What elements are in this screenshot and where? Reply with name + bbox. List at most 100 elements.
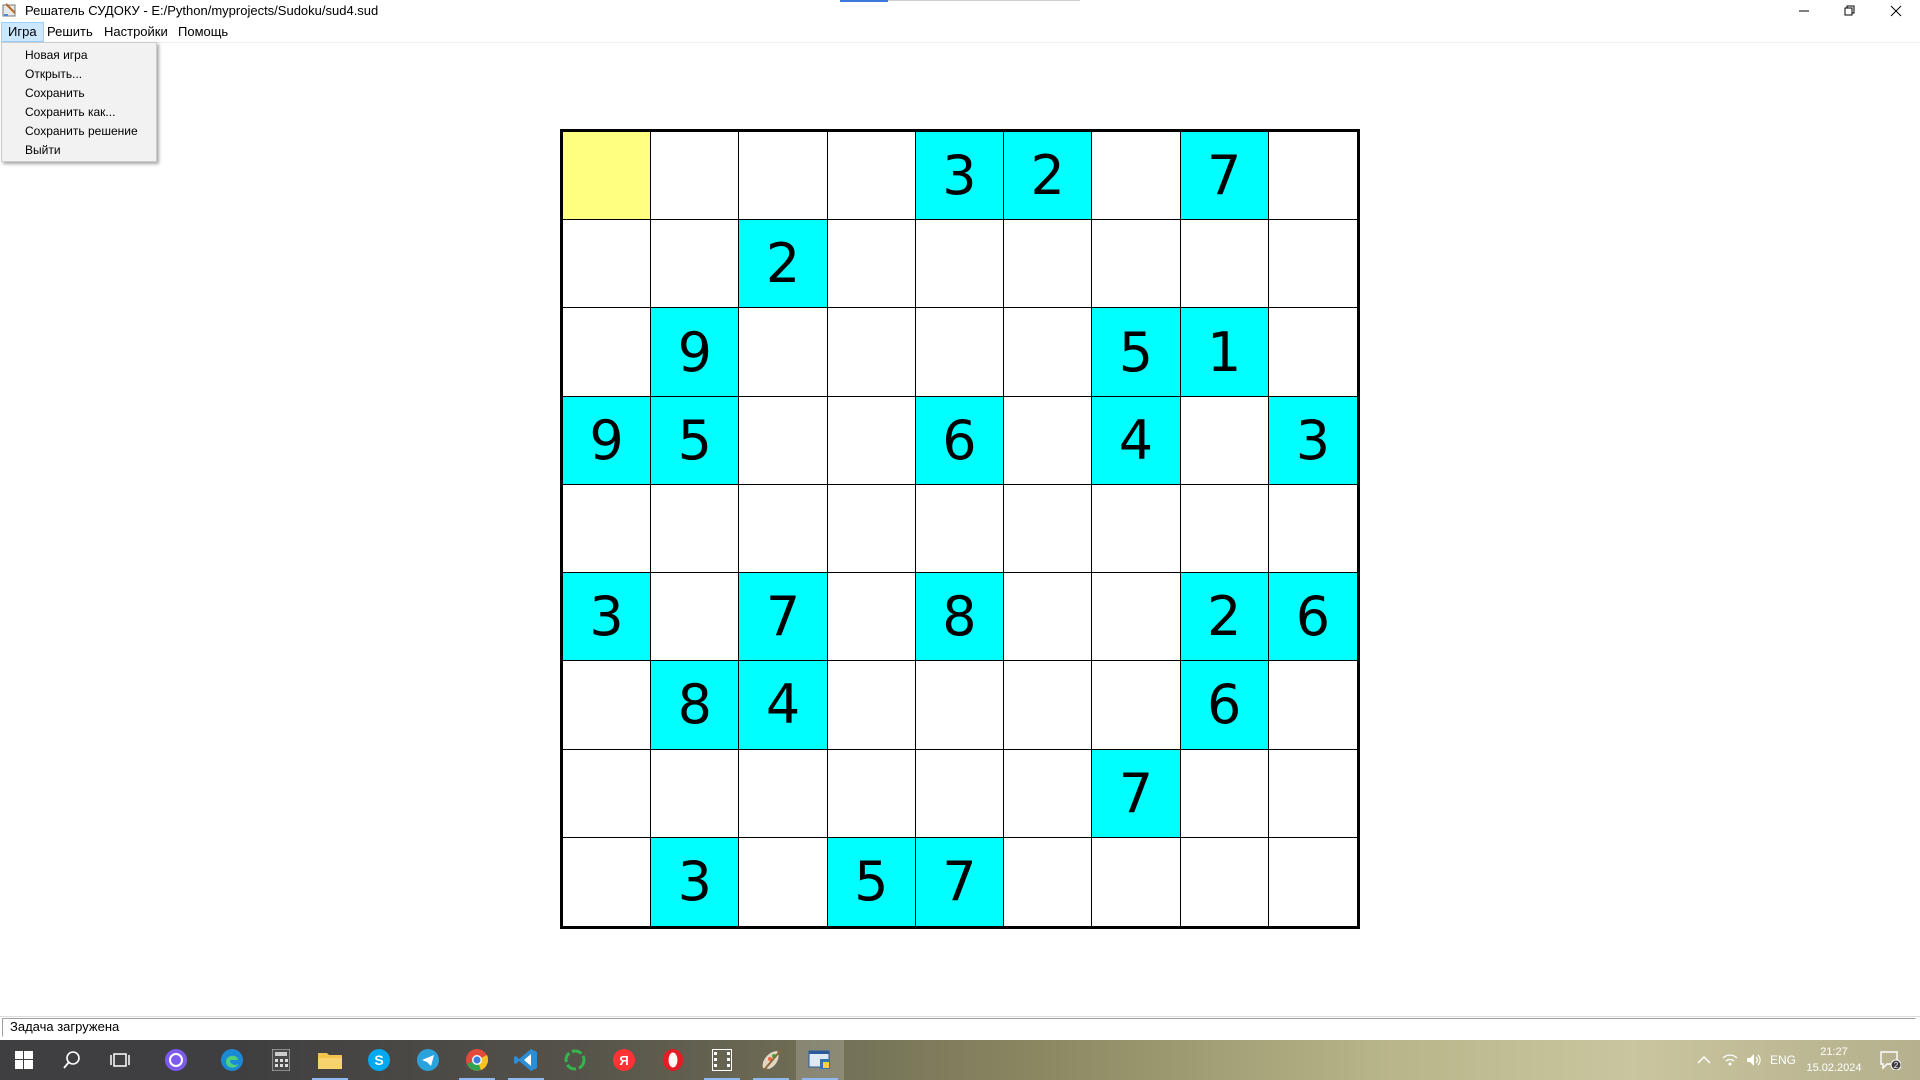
opera-button[interactable] xyxy=(649,1040,697,1080)
skype-button[interactable]: S xyxy=(355,1040,403,1080)
restore-button[interactable] xyxy=(1827,0,1873,21)
sudoku-cell[interactable] xyxy=(827,220,916,309)
task-view-button[interactable] xyxy=(96,1040,144,1080)
sudoku-cell[interactable]: 8 xyxy=(651,661,740,750)
language-indicator[interactable]: ENG xyxy=(1770,1053,1796,1067)
alice-button[interactable] xyxy=(152,1040,200,1080)
sudoku-cell[interactable]: 1 xyxy=(1180,308,1269,397)
sudoku-cell[interactable] xyxy=(915,749,1005,838)
sudoku-cell[interactable]: 9 xyxy=(651,308,740,397)
sudoku-cell[interactable]: 5 xyxy=(827,837,916,926)
sudoku-cell[interactable]: 5 xyxy=(1092,308,1181,397)
sudoku-cell[interactable]: 6 xyxy=(1180,661,1269,750)
sudoku-cell[interactable] xyxy=(827,661,916,750)
search-button[interactable] xyxy=(48,1040,96,1080)
sudoku-cell[interactable] xyxy=(827,396,916,485)
sudoku-cell[interactable] xyxy=(1268,132,1357,221)
sudoku-cell[interactable] xyxy=(827,308,916,397)
sudoku-cell[interactable]: 3 xyxy=(563,573,652,662)
sudoku-cell[interactable] xyxy=(1092,837,1181,926)
sudoku-cell[interactable] xyxy=(1268,661,1357,750)
sudoku-cell[interactable]: 2 xyxy=(739,220,828,309)
paint-button[interactable] xyxy=(747,1040,795,1080)
calculator-button[interactable] xyxy=(257,1040,305,1080)
sudoku-cell[interactable] xyxy=(1004,308,1093,397)
sudoku-cell[interactable] xyxy=(1180,484,1269,574)
sudoku-cell[interactable] xyxy=(1268,308,1357,397)
refresh-app-button[interactable] xyxy=(551,1040,599,1080)
sudoku-cell[interactable] xyxy=(827,749,916,838)
sudoku-cell[interactable] xyxy=(563,749,652,838)
sudoku-cell[interactable] xyxy=(827,573,916,662)
sudoku-cell[interactable] xyxy=(1268,484,1357,574)
menu-help[interactable]: Помощь xyxy=(172,23,234,41)
sudoku-cell[interactable] xyxy=(827,484,916,574)
sudoku-cell[interactable]: 7 xyxy=(915,837,1005,926)
sudoku-cell[interactable]: 9 xyxy=(563,396,652,485)
sudoku-cell[interactable] xyxy=(651,573,740,662)
sudoku-cell[interactable] xyxy=(563,484,652,574)
sudoku-cell[interactable] xyxy=(1004,837,1093,926)
sudoku-cell[interactable] xyxy=(651,484,740,574)
menu-solve[interactable]: Решить xyxy=(41,23,99,41)
sudoku-cell[interactable] xyxy=(1092,573,1181,662)
yandex-button[interactable]: Я xyxy=(600,1040,648,1080)
sudoku-cell[interactable]: 4 xyxy=(739,661,828,750)
sudoku-cell[interactable] xyxy=(827,132,916,221)
sudoku-cell[interactable]: 2 xyxy=(1180,573,1269,662)
menu-settings[interactable]: Настройки xyxy=(98,23,174,41)
video-button[interactable] xyxy=(698,1040,746,1080)
sudoku-cell[interactable] xyxy=(739,837,828,926)
sudoku-cell[interactable]: 6 xyxy=(915,396,1005,485)
menu-save-as[interactable]: Сохранить как... xyxy=(25,103,115,122)
sudoku-cell[interactable] xyxy=(739,308,828,397)
volume-button[interactable] xyxy=(1742,1040,1766,1080)
sudoku-cell[interactable]: 7 xyxy=(1092,749,1181,838)
sudoku-cell[interactable] xyxy=(915,661,1005,750)
sudoku-cell[interactable] xyxy=(563,837,652,926)
sudoku-cell[interactable]: 7 xyxy=(1180,132,1269,221)
close-button[interactable] xyxy=(1873,0,1919,21)
notifications-button[interactable]: 2 xyxy=(1870,1040,1910,1080)
sudoku-cell[interactable] xyxy=(651,220,740,309)
sudoku-cell[interactable] xyxy=(1092,220,1181,309)
menu-save-solution[interactable]: Сохранить решение xyxy=(25,122,138,141)
sudoku-cell[interactable]: 8 xyxy=(915,573,1005,662)
sudoku-cell[interactable] xyxy=(739,396,828,485)
minimize-button[interactable] xyxy=(1781,0,1827,21)
sudoku-cell[interactable] xyxy=(1092,661,1181,750)
sudoku-cell[interactable] xyxy=(651,132,740,221)
chrome-button[interactable] xyxy=(453,1040,501,1080)
menu-open[interactable]: Открыть... xyxy=(25,65,82,84)
sudoku-cell[interactable]: 3 xyxy=(915,132,1005,221)
sudoku-cell[interactable] xyxy=(1092,484,1181,574)
sudoku-cell[interactable] xyxy=(1092,132,1181,221)
clock[interactable]: 21:27 15.02.2024 xyxy=(1806,1044,1862,1076)
sudoku-cell[interactable]: 2 xyxy=(1004,132,1093,221)
sudoku-cell[interactable] xyxy=(1004,661,1093,750)
sudoku-cell[interactable]: 7 xyxy=(739,573,828,662)
sudoku-cell[interactable]: 4 xyxy=(1092,396,1181,485)
menu-new-game[interactable]: Новая игра xyxy=(25,46,88,65)
sudoku-cell[interactable]: 5 xyxy=(651,396,740,485)
sudoku-cell[interactable] xyxy=(1180,749,1269,838)
sudoku-cell[interactable] xyxy=(1004,484,1093,574)
sudoku-cell[interactable] xyxy=(1180,220,1269,309)
python-app-button[interactable] xyxy=(796,1040,844,1080)
windows-start-button[interactable] xyxy=(0,1040,48,1080)
tray-expand-button[interactable] xyxy=(1690,1040,1718,1080)
sudoku-cell[interactable] xyxy=(1268,220,1357,309)
sudoku-cell[interactable] xyxy=(1004,573,1093,662)
sudoku-cell[interactable] xyxy=(1180,837,1269,926)
sudoku-cell[interactable] xyxy=(1268,749,1357,838)
sudoku-cell[interactable] xyxy=(739,749,828,838)
sudoku-cell[interactable]: 6 xyxy=(1268,573,1357,662)
sudoku-cell[interactable] xyxy=(651,749,740,838)
file-explorer-button[interactable] xyxy=(306,1040,354,1080)
sudoku-cell[interactable] xyxy=(563,132,652,221)
sudoku-cell[interactable] xyxy=(739,484,828,574)
sudoku-cell[interactable] xyxy=(1004,749,1093,838)
sudoku-cell[interactable] xyxy=(739,132,828,221)
sudoku-cell[interactable] xyxy=(563,308,652,397)
sudoku-cell[interactable] xyxy=(563,661,652,750)
